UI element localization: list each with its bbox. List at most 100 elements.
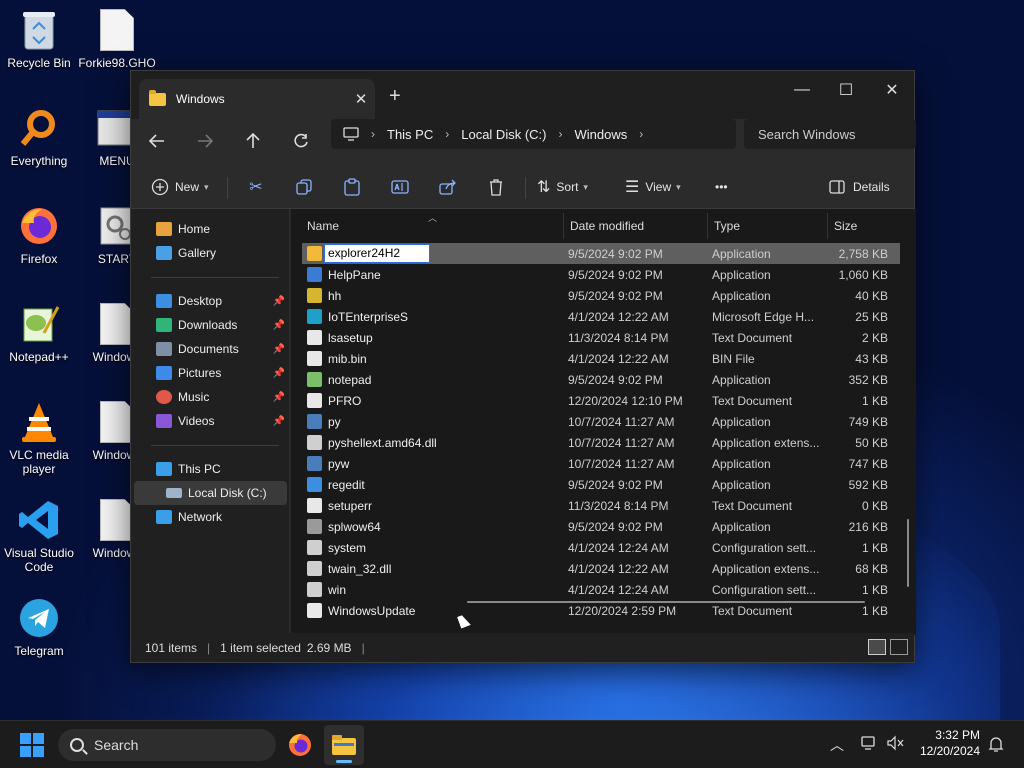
pin-icon[interactable]: 📌 xyxy=(273,344,285,355)
share-button[interactable] xyxy=(433,173,463,201)
close-window-button[interactable]: ✕ xyxy=(869,75,915,105)
table-row[interactable]: setuperr 11/3/2024 8:14 PM Text Document 0 … xyxy=(302,495,900,516)
desktop-icon-everything[interactable]: Everything xyxy=(0,106,78,168)
maximize-button[interactable]: ☐ xyxy=(823,75,869,105)
more-options-button[interactable]: ••• xyxy=(715,173,728,201)
table-row[interactable]: PFRO 12/20/2024 12:10 PM Text Document 1 KB xyxy=(302,390,900,411)
table-row[interactable]: WindowsUpdate 12/20/2024 2:59 PM Text Docu… xyxy=(302,600,900,621)
desktop-icon-forkie98[interactable]: Forkie98.GHO xyxy=(78,8,156,70)
paste-button[interactable] xyxy=(337,173,367,201)
forward-button[interactable] xyxy=(187,125,223,157)
sidebar-item-local-disk[interactable]: Local Disk (C:) xyxy=(134,481,287,505)
desktop-icon-firefox[interactable]: Firefox xyxy=(0,204,78,266)
file-name: win xyxy=(328,583,347,597)
file-type: Application extens... xyxy=(712,562,820,576)
show-hidden-icons-chevron-up-icon[interactable]: ︿ xyxy=(830,735,844,755)
start-button[interactable] xyxy=(20,733,44,757)
vertical-scrollbar[interactable] xyxy=(907,519,909,587)
tiles-view-button[interactable] xyxy=(890,639,908,655)
table-row[interactable]: win 4/1/2024 12:24 AM Configuration sett..… xyxy=(302,579,900,600)
file-type: Application xyxy=(712,415,771,429)
desktop-icon-recycle-bin[interactable]: Recycle Bin xyxy=(0,8,78,70)
desktop-icon-notepadpp[interactable]: Notepad++ xyxy=(0,302,78,364)
search-input[interactable]: Search Windows xyxy=(744,119,916,149)
column-header-row: ︿ Name Date modified Type Size xyxy=(291,213,916,239)
breadcrumb-windows[interactable]: Windows xyxy=(574,127,627,142)
table-row[interactable]: system 4/1/2024 12:24 AM Configuration set… xyxy=(302,537,900,558)
sort-button[interactable]: ⇅ Sort ▾ xyxy=(537,173,588,201)
file-size: 40 KB xyxy=(855,289,888,303)
breadcrumb-this-pc[interactable]: This PC xyxy=(387,127,433,142)
arrow-left-icon xyxy=(149,134,164,148)
table-row[interactable]: lsasetup 11/3/2024 8:14 PM Text Document 2 … xyxy=(302,327,900,348)
notifications-bell-icon[interactable] xyxy=(988,735,1004,756)
vscode-icon xyxy=(19,501,58,539)
file-size: 25 KB xyxy=(855,310,888,324)
desktop-icon-vlc[interactable]: VLC media player xyxy=(0,400,78,476)
table-row[interactable]: notepad 9/5/2024 9:02 PM Application 352 KB xyxy=(302,369,900,390)
new-button[interactable]: New ▾ xyxy=(151,173,209,201)
desktop-icon-vscode[interactable]: Visual Studio Code xyxy=(0,498,78,574)
sidebar-item-pictures[interactable]: Pictures 📌 xyxy=(134,361,287,385)
breadcrumb-local-disk[interactable]: Local Disk (C:) xyxy=(461,127,546,142)
view-button[interactable]: ☰ View ▾ xyxy=(625,173,681,201)
pin-icon[interactable]: 📌 xyxy=(273,320,285,331)
table-row[interactable]: IoTEnterpriseS 4/1/2024 12:22 AM Microsoft… xyxy=(302,306,900,327)
taskbar-file-explorer[interactable] xyxy=(324,725,364,765)
sidebar-item-this-pc[interactable]: This PC xyxy=(134,457,287,481)
new-tab-button[interactable]: + xyxy=(389,85,401,108)
cut-button[interactable]: ✂ xyxy=(241,173,271,201)
tab-windows[interactable]: Windows ✕ xyxy=(139,79,375,119)
up-button[interactable] xyxy=(235,125,271,157)
pin-icon[interactable]: 📌 xyxy=(273,392,285,403)
sidebar-item-music[interactable]: Music 📌 xyxy=(134,385,287,409)
details-button[interactable]: Details xyxy=(829,173,890,201)
table-row[interactable]: pyshellext.amd64.dll 10/7/2024 11:27 AM Ap… xyxy=(302,432,900,453)
column-header-size[interactable]: Size xyxy=(827,213,916,239)
taskbar-search[interactable]: Search xyxy=(58,729,276,761)
sidebar-item-downloads[interactable]: Downloads 📌 xyxy=(134,313,287,337)
arrow-up-icon xyxy=(246,133,260,148)
column-header-date[interactable]: Date modified xyxy=(563,213,707,239)
volume-muted-icon[interactable] xyxy=(886,735,904,754)
rename-button[interactable] xyxy=(385,173,415,201)
table-row[interactable]: regedit 9/5/2024 9:02 PM Application 592 KB xyxy=(302,474,900,495)
breadcrumb[interactable]: › This PC › Local Disk (C:) › Windows › xyxy=(331,119,736,149)
desktop-icon-telegram[interactable]: Telegram xyxy=(0,596,78,658)
sidebar-item-documents[interactable]: Documents 📌 xyxy=(134,337,287,361)
table-row[interactable]: mib.bin 4/1/2024 12:22 AM BIN File 43 KB xyxy=(302,348,900,369)
minimize-button[interactable]: — xyxy=(779,75,825,105)
sidebar-item-desktop[interactable]: Desktop 📌 xyxy=(134,289,287,313)
pin-icon[interactable]: 📌 xyxy=(273,416,285,427)
column-header-type[interactable]: Type xyxy=(707,213,827,239)
network-status-icon[interactable] xyxy=(860,735,878,754)
sidebar-item-network[interactable]: Network xyxy=(134,505,287,529)
table-row[interactable]: twain_32.dll 4/1/2024 12:22 AM Application… xyxy=(302,558,900,579)
sidebar-item-videos[interactable]: Videos 📌 xyxy=(134,409,287,433)
pin-icon[interactable]: 📌 xyxy=(273,296,285,307)
table-row[interactable]: py 10/7/2024 11:27 AM Application 749 KB xyxy=(302,411,900,432)
table-row[interactable]: pyw 10/7/2024 11:27 AM Application 747 KB xyxy=(302,453,900,474)
rename-input[interactable]: explorer24H2 xyxy=(324,244,430,263)
horizontal-scrollbar[interactable] xyxy=(467,601,865,603)
home-icon xyxy=(156,222,172,236)
back-button[interactable] xyxy=(139,125,175,157)
table-row[interactable]: hh 9/5/2024 9:02 PM Application 40 KB xyxy=(302,285,900,306)
sidebar-item-home[interactable]: Home xyxy=(134,217,287,241)
pin-icon[interactable]: 📌 xyxy=(273,368,285,379)
refresh-button[interactable] xyxy=(283,125,319,157)
column-header-name[interactable]: Name xyxy=(301,213,563,239)
details-view-button[interactable] xyxy=(868,639,886,655)
close-tab-icon[interactable]: ✕ xyxy=(347,90,375,108)
table-row[interactable]: HelpPane 9/5/2024 9:02 PM Application 1,060… xyxy=(302,264,900,285)
delete-button[interactable] xyxy=(481,173,511,201)
file-size: 352 KB xyxy=(848,373,888,387)
table-row[interactable]: explorer24H2 9/5/2024 9:02 PM Application 2… xyxy=(302,243,900,264)
chevron-right-icon[interactable]: › xyxy=(639,127,643,141)
sidebar-item-gallery[interactable]: Gallery xyxy=(134,241,287,265)
divider: | xyxy=(361,640,365,655)
clock[interactable]: 3:32 PM 12/20/2024 xyxy=(920,727,980,759)
taskbar-firefox[interactable] xyxy=(280,725,320,765)
copy-button[interactable] xyxy=(289,173,319,201)
table-row[interactable]: splwow64 9/5/2024 9:02 PM Application 216 K… xyxy=(302,516,900,537)
